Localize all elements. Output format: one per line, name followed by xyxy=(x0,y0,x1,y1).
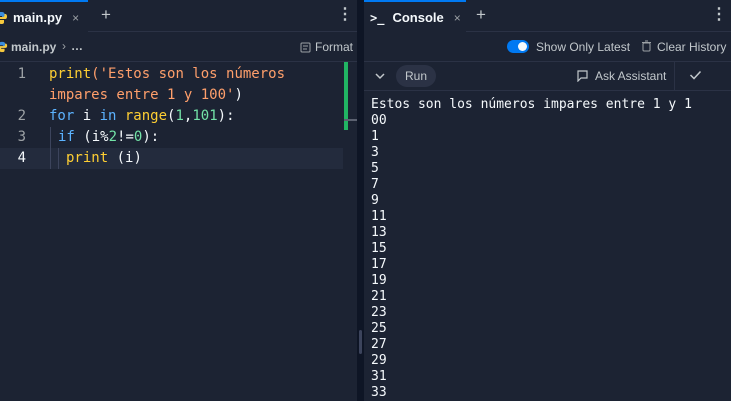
output-line: 7 xyxy=(371,177,379,192)
code-token: i xyxy=(74,108,100,124)
tab-label: Console xyxy=(392,10,444,25)
line-number: 4 xyxy=(17,150,26,166)
line-number: 3 xyxy=(17,129,26,145)
close-tab-icon[interactable]: × xyxy=(454,11,461,25)
console-toolbar: Show Only Latest Clear History xyxy=(364,31,731,62)
code-line: 2 for i in range(1,101): xyxy=(0,106,343,127)
output-line: 19 xyxy=(371,273,387,288)
run-button[interactable]: Run xyxy=(396,65,437,87)
output-line: 29 xyxy=(371,353,387,368)
code-token: if xyxy=(58,129,75,145)
tab-console[interactable]: >_ Console × xyxy=(364,0,466,33)
console-menu-button[interactable]: ⋮ xyxy=(711,7,727,23)
ask-assistant-label: Ask Assistant xyxy=(595,69,667,83)
line-number: 2 xyxy=(17,108,26,124)
scrollbar-cursor-marker xyxy=(344,119,358,121)
breadcrumb-file[interactable]: main.py xyxy=(11,40,56,54)
resize-grip[interactable] xyxy=(359,330,362,354)
code-token: (i% xyxy=(74,129,109,145)
tab-main-py[interactable]: main.py × xyxy=(0,0,88,33)
output-line: 17 xyxy=(371,257,387,272)
new-tab-button[interactable]: + xyxy=(476,6,486,23)
console-scrollbar[interactable] xyxy=(717,91,731,401)
output-line: 23 xyxy=(371,305,387,320)
tab-label: main.py xyxy=(13,10,63,25)
breadcrumb-separator: › xyxy=(62,39,66,53)
output-line: 00 xyxy=(371,113,387,128)
output-line: 9 xyxy=(371,193,379,208)
clear-history-button[interactable]: Clear History xyxy=(657,40,726,54)
output-line: 5 xyxy=(371,161,379,176)
output-line: 13 xyxy=(371,225,387,240)
output-line: 27 xyxy=(371,337,387,352)
python-icon xyxy=(0,11,8,25)
code-token: range xyxy=(116,108,168,124)
breadcrumb-more[interactable]: … xyxy=(71,39,83,53)
output-line: 21 xyxy=(371,289,387,304)
code-token: 2 xyxy=(108,129,118,145)
format-icon xyxy=(300,42,311,53)
new-tab-button[interactable]: + xyxy=(101,6,111,23)
code-line: 3 if (i%2!=0): xyxy=(0,127,343,148)
code-line: impares entre 1 y 100') xyxy=(0,85,343,106)
code-line-active: 4 print (i) xyxy=(0,148,343,169)
output-line: 31 xyxy=(371,369,387,384)
code-token: print xyxy=(66,150,109,166)
line-number: 1 xyxy=(17,66,26,82)
breadcrumb: main.py › … Format xyxy=(0,31,357,62)
run-toolbar: Run Ask Assistant xyxy=(364,62,731,91)
console-pane: >_ Console × + ⋮ Show Only Latest Clear … xyxy=(364,0,731,401)
pane-resize-handle[interactable] xyxy=(357,0,364,401)
format-label: Format xyxy=(314,40,353,54)
output-line: Estos son los números impares entre 1 y … xyxy=(371,97,692,112)
code-token: != xyxy=(117,129,134,145)
indent-guide xyxy=(50,148,51,169)
editor-tabbar: main.py × + ⋮ xyxy=(0,0,357,33)
editor-menu-button[interactable]: ⋮ xyxy=(337,7,353,23)
code-token: for xyxy=(49,108,75,124)
indent-guide xyxy=(58,148,59,169)
indent-guide xyxy=(50,127,51,148)
show-only-latest-toggle[interactable] xyxy=(507,40,529,53)
code-token: 101 xyxy=(192,108,218,124)
console-tabbar: >_ Console × + ⋮ xyxy=(364,0,731,33)
toggle-knob xyxy=(518,42,527,51)
output-line: 11 xyxy=(371,209,387,224)
code-token: (i) xyxy=(108,150,142,166)
output-line: 1 xyxy=(371,129,379,144)
code-token: ) xyxy=(234,87,243,103)
close-tab-icon[interactable]: × xyxy=(72,11,79,25)
editor-pane: main.py × + ⋮ main.py › … Format 1 print… xyxy=(0,0,358,401)
check-icon[interactable] xyxy=(689,69,702,81)
show-only-latest-label[interactable]: Show Only Latest xyxy=(536,40,630,54)
code-editor[interactable]: 1 print('Estos son los números impares e… xyxy=(0,62,358,401)
code-token: print xyxy=(49,66,92,82)
format-button[interactable]: Format xyxy=(300,40,353,54)
code-token: 1 xyxy=(175,108,184,124)
toolbar-divider xyxy=(674,62,675,90)
console-icon: >_ xyxy=(370,10,385,25)
code-token: impares entre 1 y 100' xyxy=(49,87,235,103)
code-token: ): xyxy=(142,129,160,145)
output-line: 25 xyxy=(371,321,387,336)
python-icon xyxy=(0,41,8,53)
output-line: 15 xyxy=(371,241,387,256)
code-line: 1 print('Estos son los números xyxy=(0,64,343,85)
ask-assistant-button[interactable]: Ask Assistant xyxy=(576,69,666,83)
code-token: ): xyxy=(217,108,235,124)
code-token: in xyxy=(99,108,117,124)
console-output: Estos son los números impares entre 1 y … xyxy=(371,97,731,401)
chat-icon xyxy=(576,70,589,82)
trash-icon xyxy=(641,40,652,52)
output-line: 3 xyxy=(371,145,379,160)
code-token: ('Estos son los números xyxy=(91,66,286,82)
output-line: 33 xyxy=(371,385,387,400)
chevron-down-icon[interactable] xyxy=(374,70,386,82)
